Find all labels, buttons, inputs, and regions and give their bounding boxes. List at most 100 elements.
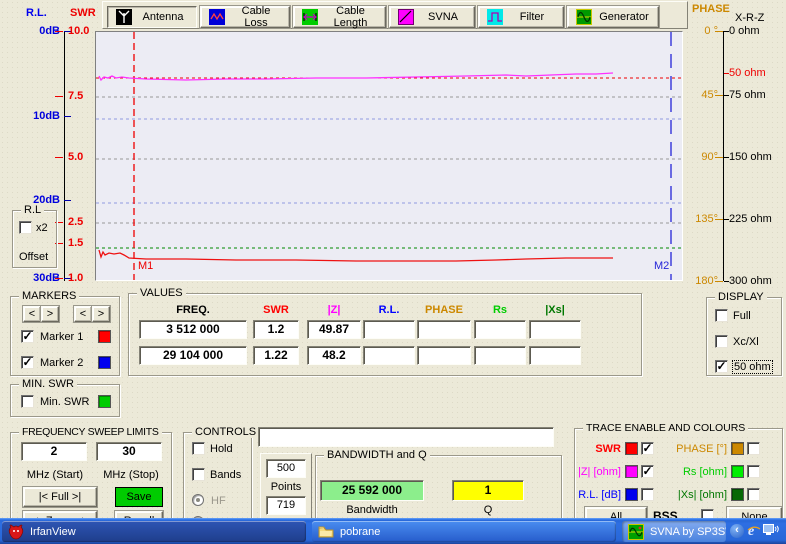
rl-offset-label: Offset [19, 251, 48, 263]
marker2-checkbox[interactable]: ✓ [21, 356, 34, 369]
values-freq-1[interactable]: 3 512 000 [139, 320, 247, 339]
values-header-rl: R.L. [363, 304, 415, 316]
taskbar-irfanview-button[interactable]: IrfanView [2, 521, 306, 542]
save-button[interactable]: Save [115, 487, 163, 507]
markers-group-title: MARKERS [19, 290, 79, 302]
bandwidth-value[interactable]: 25 592 000 [320, 480, 424, 501]
tray-ie-icon[interactable]: e [747, 522, 761, 539]
trace-xs-swatch[interactable] [731, 488, 744, 501]
values-phase-2[interactable] [417, 346, 471, 365]
left-axis-db-label: 10dB [6, 110, 60, 122]
display-50ohm-label: 50 ohm [732, 360, 773, 374]
trace-swr-checkbox[interactable]: ✓ [641, 442, 654, 455]
values-swr-2[interactable]: 1.22 [253, 346, 299, 365]
q-value[interactable]: 1 [452, 480, 524, 501]
trace-z-checkbox[interactable]: ✓ [641, 465, 654, 478]
values-xs-1[interactable] [529, 320, 581, 339]
points-top-value[interactable]: 500 [266, 459, 306, 478]
marker1-prev-button[interactable]: < [23, 306, 41, 322]
freq-sweep-group: FREQUENCY SWEEP LIMITS 2 30 MHz (Start) … [10, 432, 172, 532]
values-rl-2[interactable] [363, 346, 415, 365]
generator-button-label: Generator [598, 11, 650, 23]
hf-radio[interactable] [192, 494, 204, 506]
marker2-color-swatch[interactable] [98, 356, 111, 369]
right-axis-line [723, 31, 724, 281]
values-rl-1[interactable] [363, 320, 415, 339]
values-phase-1[interactable] [417, 320, 471, 339]
trace-swr-swatch[interactable] [625, 442, 638, 455]
generator-button[interactable]: Generator [567, 6, 659, 28]
right-axis-ohm-label: 50 ohm [729, 67, 766, 79]
trace-xs-checkbox[interactable] [747, 488, 760, 501]
cable-length-button-label: Cable Length [324, 5, 377, 29]
freq-start-label: MHz (Start) [15, 469, 95, 481]
left-axis-db-label: 0dB [6, 25, 60, 37]
controls-group: CONTROLS Hold Bands HF VHF [183, 432, 252, 532]
left-axis-swr-label: 10.0 [68, 25, 89, 37]
marker1-checkbox[interactable]: ✓ [21, 330, 34, 343]
trace-z-swatch[interactable] [625, 465, 638, 478]
cable-loss-button[interactable]: Cable Loss [200, 6, 290, 28]
chart-plot-area[interactable]: M1 M2 [95, 31, 683, 281]
left-axis-swr-tick [55, 31, 63, 32]
cable-loss-button-label: Cable Loss [231, 5, 281, 29]
trace-rl-swatch[interactable] [625, 488, 638, 501]
bands-checkbox[interactable] [192, 468, 205, 481]
values-z-1[interactable]: 49.87 [307, 320, 361, 339]
values-rs-1[interactable] [474, 320, 526, 339]
left-axis-swr-label: 1.5 [68, 237, 83, 249]
values-swr-1[interactable]: 1.2 [253, 320, 299, 339]
filter-button[interactable]: Filter [478, 6, 564, 28]
toolbar: Antenna Cable Loss Cable Length SVNA Fil… [102, 1, 688, 29]
right-axis-phase-tick [715, 281, 723, 282]
values-header-xs: |Xs| [529, 304, 581, 316]
taskbar-pobrane-label: pobrane [340, 526, 380, 538]
display-full-checkbox[interactable] [715, 309, 728, 322]
left-axis-db-label: 30dB [6, 272, 60, 284]
right-axis-ohm-label: 0 ohm [729, 25, 760, 37]
trace-rs-checkbox[interactable] [747, 465, 760, 478]
antenna-button[interactable]: Antenna [107, 6, 197, 28]
right-axis-ohm-label: 75 ohm [729, 89, 766, 101]
rl-x2-checkbox[interactable] [19, 221, 32, 234]
values-z-2[interactable]: 48.2 [307, 346, 361, 365]
tray-volume-monitor-icon[interactable] [763, 524, 779, 538]
trace-rs-swatch[interactable] [731, 465, 744, 478]
freq-sweep-group-title: FREQUENCY SWEEP LIMITS [19, 426, 162, 438]
trace-rl-checkbox[interactable] [641, 488, 654, 501]
min-swr-checkbox[interactable] [21, 395, 34, 408]
bands-label: Bands [210, 469, 241, 481]
left-axis-db-tick [64, 200, 71, 201]
display-xcxl-checkbox[interactable] [715, 335, 728, 348]
freq-stop-input[interactable]: 30 [96, 442, 162, 461]
trace-phase-swatch[interactable] [731, 442, 744, 455]
antenna-button-label: Antenna [138, 11, 188, 23]
values-xs-2[interactable] [529, 346, 581, 365]
values-header-phase: PHASE [417, 304, 471, 316]
full-sweep-button[interactable]: |< Full >| [23, 487, 97, 507]
svna-button-label: SVNA [420, 11, 466, 23]
cable-length-button[interactable]: Cable Length [293, 6, 386, 28]
command-input[interactable] [258, 427, 554, 447]
freq-start-input[interactable]: 2 [21, 442, 87, 461]
right-axis-ohm-label: 300 ohm [729, 275, 772, 287]
svna-button[interactable]: SVNA [389, 6, 475, 28]
display-50ohm-checkbox[interactable]: ✓ [715, 360, 728, 373]
values-freq-2[interactable]: 29 104 000 [139, 346, 247, 365]
hold-checkbox[interactable] [192, 442, 205, 455]
points-bottom-value[interactable]: 719 [266, 496, 306, 515]
min-swr-color-swatch[interactable] [98, 395, 111, 408]
trace-phase-checkbox[interactable] [747, 442, 760, 455]
tray-collapse-chevron-icon[interactable]: ‹ [730, 524, 744, 538]
bandwidth-group-title: BANDWIDTH and Q [324, 449, 430, 461]
marker1-next-button[interactable]: > [41, 306, 59, 322]
right-axis-ohm-tick [724, 31, 729, 32]
marker2-prev-button[interactable]: < [74, 306, 92, 322]
values-header-freq: FREQ. [139, 304, 247, 316]
taskbar-svna-button[interactable]: SVNA by SP3SWJ - S... [622, 521, 726, 542]
marker1-color-swatch[interactable] [98, 330, 111, 343]
values-rs-2[interactable] [474, 346, 526, 365]
taskbar-pobrane-button[interactable]: pobrane [312, 521, 616, 542]
filter-button-label: Filter [509, 11, 555, 23]
marker2-next-button[interactable]: > [92, 306, 110, 322]
